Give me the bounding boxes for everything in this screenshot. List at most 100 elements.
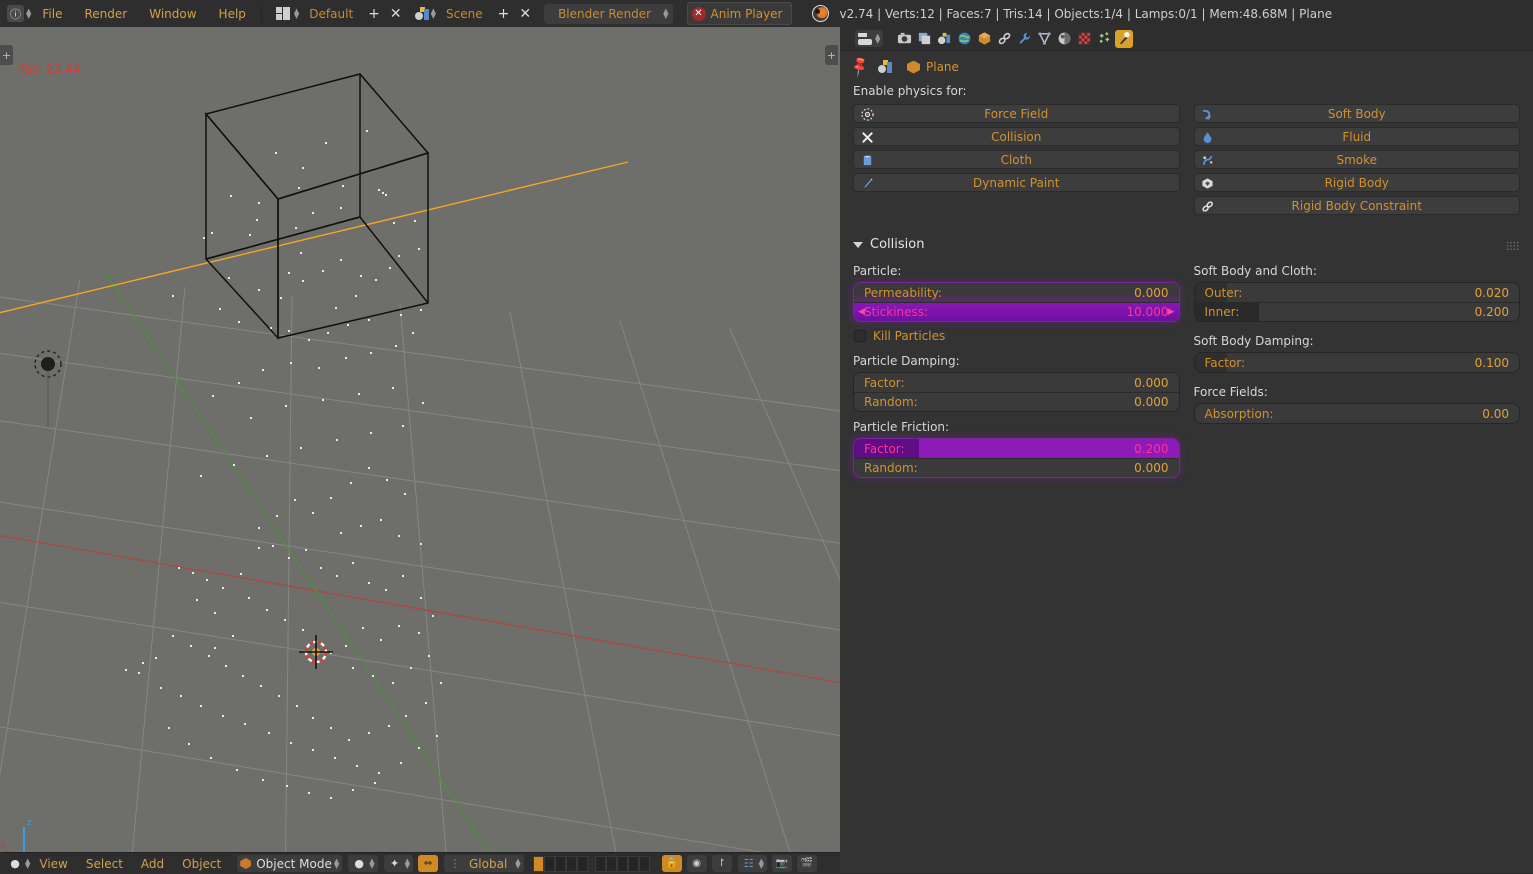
viewport-canvas: z x y xyxy=(0,27,840,852)
enable-force-field-button[interactable]: Force Field xyxy=(853,104,1180,123)
add-scene-button[interactable]: + xyxy=(493,6,515,22)
tab-material[interactable] xyxy=(1055,30,1073,48)
menu-file[interactable]: File xyxy=(31,7,73,21)
breadcrumb-object-name: Plane xyxy=(926,60,959,74)
inner-label: Inner: xyxy=(1204,305,1240,319)
kill-particles-row[interactable]: Kill Particles xyxy=(853,326,1180,346)
inner-field[interactable]: Inner: 0.200 xyxy=(1194,302,1519,321)
editor-type-icon[interactable]: ● xyxy=(7,856,23,871)
enable-collision-button[interactable]: Collision xyxy=(853,127,1180,146)
viewport-menu-object[interactable]: Object xyxy=(173,857,230,871)
snap-magnet-icon[interactable]: ↾ xyxy=(711,855,732,872)
delete-screen-button[interactable]: ✕ xyxy=(385,6,407,22)
layer-cell[interactable] xyxy=(565,855,577,872)
friction-factor-field[interactable]: Factor: 0.200 xyxy=(854,439,1179,458)
menu-window[interactable]: Window xyxy=(138,7,207,21)
viewport-shading-selector[interactable]: ● ▲ ▼ xyxy=(348,855,378,872)
tab-object-data[interactable] xyxy=(1035,30,1053,48)
tab-modifiers[interactable] xyxy=(1015,30,1033,48)
absorption-field[interactable]: Absorption: 0.00 xyxy=(1194,404,1519,423)
enable-fluid-button[interactable]: Fluid xyxy=(1193,127,1520,146)
panel-grip-icon[interactable] xyxy=(1506,241,1520,250)
menu-render[interactable]: Render xyxy=(73,7,138,21)
interaction-mode-selector[interactable]: Object Mode ▲ ▼ xyxy=(237,855,343,872)
anim-player-button[interactable]: ✕ Anim Player xyxy=(686,2,792,25)
viewport-menu-select[interactable]: Select xyxy=(77,857,132,871)
layer-cell[interactable] xyxy=(616,855,628,872)
enable-cloth-button[interactable]: Cloth xyxy=(853,150,1180,169)
manipulator-toggle-button[interactable]: ⇔ xyxy=(418,855,438,872)
chevron-down-icon: ▲ ▼ xyxy=(758,856,765,870)
render-opengl-image-button[interactable]: 📷 xyxy=(772,855,793,872)
3d-viewport[interactable]: z x y fps: 23.44 + + (72) Plane xyxy=(0,27,840,852)
permeability-field[interactable]: Permeability: 0.000 xyxy=(854,283,1179,302)
rigid-body-icon xyxy=(1201,176,1215,190)
scene-name[interactable]: Scene xyxy=(436,7,493,21)
layer-group-top-right[interactable] xyxy=(594,855,650,872)
stickiness-field[interactable]: ◀ Stickiness: 10.000 ▶ xyxy=(854,302,1179,321)
enable-rigid-body-constraint-button[interactable]: Rigid Body Constraint xyxy=(1193,196,1520,215)
outer-field[interactable]: Outer: 0.020 xyxy=(1194,283,1519,302)
particle-damping-header: Particle Damping: xyxy=(853,354,960,368)
enable-dynamic-paint-button[interactable]: Dynamic Paint xyxy=(853,173,1180,192)
proportional-edit-button[interactable]: ◉ xyxy=(686,855,707,872)
tab-render-layers[interactable] xyxy=(915,30,933,48)
viewport-menu-view[interactable]: View xyxy=(30,857,76,871)
layer-cell[interactable] xyxy=(638,855,650,872)
breadcrumb[interactable]: Plane xyxy=(907,60,959,74)
info-editor-icon[interactable]: ⓘ xyxy=(7,5,24,22)
tab-object[interactable] xyxy=(975,30,993,48)
properties-editor: ▲ ▼ 📌 Plane Enable physics for: Force Fi… xyxy=(840,27,1533,873)
transform-orientation-selector[interactable]: ⋮ Global ▲ ▼ xyxy=(444,855,524,872)
add-screen-button[interactable]: + xyxy=(363,6,385,22)
particle-header: Particle: xyxy=(853,264,902,278)
properties-region-expand-button[interactable]: + xyxy=(825,45,838,65)
properties-editor-icon[interactable]: ▲ ▼ xyxy=(855,30,884,47)
screen-layout-name[interactable]: Default xyxy=(299,7,363,21)
tab-physics[interactable] xyxy=(1115,29,1134,48)
tab-scene[interactable] xyxy=(935,30,953,48)
render-opengl-animation-button[interactable]: 🎬 xyxy=(797,855,818,872)
enable-rigid-body-button[interactable]: Rigid Body xyxy=(1193,173,1520,192)
decrement-arrow-icon[interactable]: ◀ xyxy=(858,307,865,317)
collision-panel-header[interactable]: Collision xyxy=(853,237,1533,252)
layer-cell[interactable] xyxy=(605,855,617,872)
friction-random-field[interactable]: Random: 0.000 xyxy=(854,458,1179,477)
axis-icon: ⋮ xyxy=(449,857,461,870)
layer-group-top-left[interactable] xyxy=(532,855,588,872)
cloth-label: Cloth xyxy=(1000,152,1032,167)
layer-cell[interactable] xyxy=(576,855,588,872)
layer-cell[interactable] xyxy=(554,855,566,872)
increment-arrow-icon[interactable]: ▶ xyxy=(1168,307,1175,317)
viewport-menu-add[interactable]: Add xyxy=(132,857,173,871)
layer-cell[interactable] xyxy=(532,855,544,872)
tab-particles[interactable] xyxy=(1095,30,1113,48)
tab-render[interactable] xyxy=(895,30,913,48)
delete-scene-button[interactable]: ✕ xyxy=(514,6,536,22)
toolshelf-expand-button[interactable]: + xyxy=(0,45,13,65)
transform-orientation-label: Global xyxy=(469,856,508,871)
inner-value: 0.200 xyxy=(1474,305,1509,319)
damping-random-field[interactable]: Random: 0.000 xyxy=(854,392,1179,411)
menu-help[interactable]: Help xyxy=(208,7,257,21)
sb-damping-factor-field[interactable]: Factor: 0.100 xyxy=(1194,353,1519,372)
layer-cell[interactable] xyxy=(594,855,606,872)
svg-text:z: z xyxy=(27,818,32,828)
soft-body-icon xyxy=(1201,107,1215,121)
pin-icon[interactable]: 📌 xyxy=(848,55,871,78)
damping-factor-field[interactable]: Factor: 0.000 xyxy=(854,373,1179,392)
kill-particles-checkbox[interactable] xyxy=(854,330,866,342)
snap-grid-icon: ☷ xyxy=(743,857,754,870)
scene-layers[interactable] xyxy=(532,855,657,872)
enable-smoke-button[interactable]: Smoke xyxy=(1193,150,1520,169)
lock-object-modes-button[interactable]: 🔒 xyxy=(661,855,682,872)
layer-cell[interactable] xyxy=(627,855,639,872)
tab-world[interactable] xyxy=(955,30,973,48)
render-engine-selector[interactable]: Blender Render ▲ ▼ xyxy=(544,3,673,24)
tab-texture[interactable] xyxy=(1075,30,1093,48)
tab-constraints[interactable] xyxy=(995,30,1013,48)
layer-cell[interactable] xyxy=(543,855,555,872)
enable-soft-body-button[interactable]: Soft Body xyxy=(1193,104,1520,123)
snap-element-selector[interactable]: ☷ ▲ ▼ xyxy=(737,855,768,872)
pivot-point-selector[interactable]: ✦ ▲ ▼ xyxy=(383,855,413,872)
